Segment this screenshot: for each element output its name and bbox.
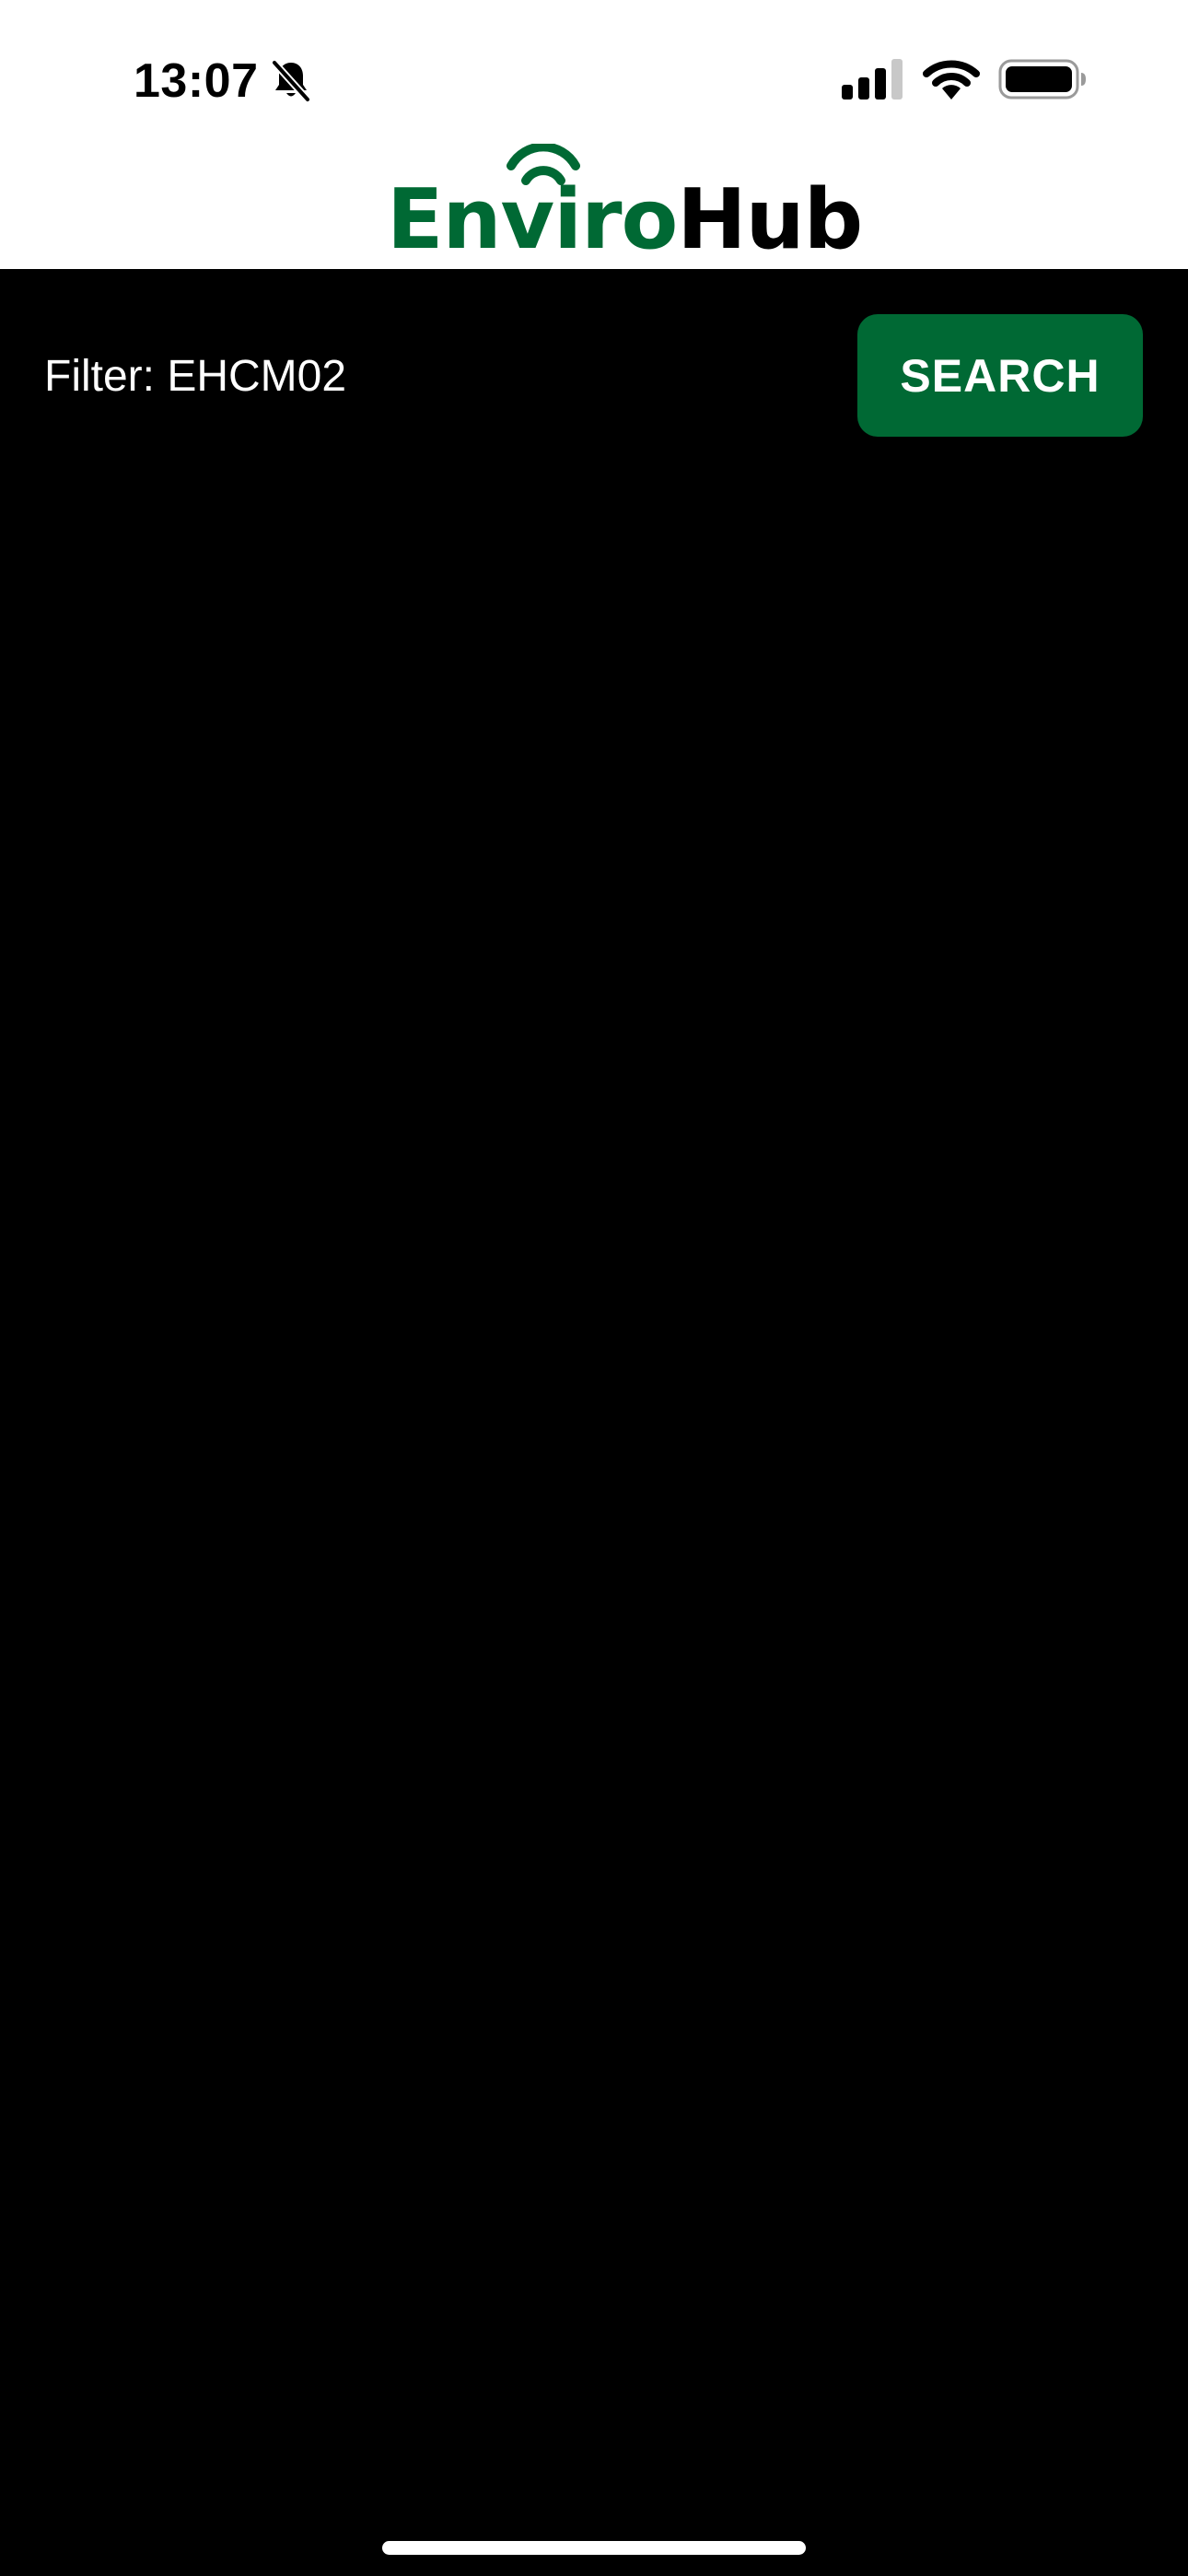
wifi-icon xyxy=(923,60,980,100)
app-header: 13:07 EnviroHub xyxy=(0,0,1188,269)
filter-label: Filter: EHCM02 xyxy=(44,352,347,401)
search-button[interactable]: SEARCH xyxy=(857,314,1143,437)
logo-wordmark: EnviroHub xyxy=(387,170,863,271)
battery-icon xyxy=(998,59,1086,100)
envirohub-logo: EnviroHub xyxy=(378,144,863,268)
cellular-signal-icon xyxy=(842,59,903,100)
logo-text-enviro: Enviro xyxy=(387,171,678,268)
bell-slash-icon xyxy=(271,59,311,103)
logo-text-hub: Hub xyxy=(677,171,863,268)
status-time: 13:07 xyxy=(134,54,259,108)
home-indicator[interactable] xyxy=(382,2541,806,2555)
